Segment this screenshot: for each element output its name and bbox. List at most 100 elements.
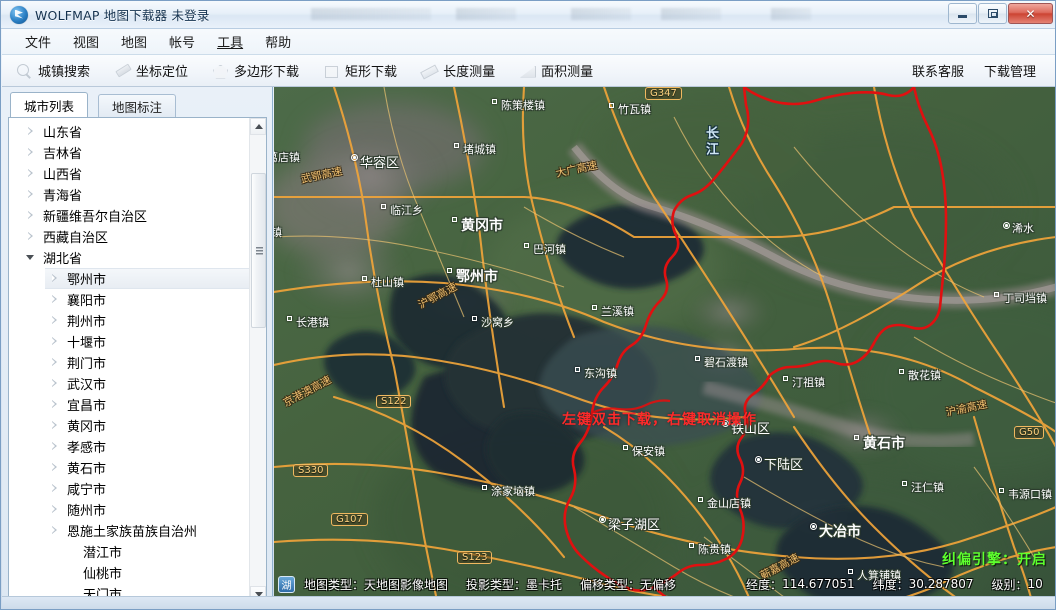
chevron-right-icon[interactable] <box>49 336 60 347</box>
tree-item[interactable]: 宜昌市 <box>9 394 249 415</box>
tree-item[interactable]: 青海省 <box>9 184 249 205</box>
tree-item[interactable]: 吉林省 <box>9 142 249 163</box>
rectangle-download-button[interactable]: 矩形下载 <box>313 58 407 84</box>
tree-item[interactable]: 山西省 <box>9 163 249 184</box>
tree-item[interactable]: 荆门市 <box>9 352 249 373</box>
tree-item-label: 十堰市 <box>67 336 107 351</box>
tree-item[interactable]: 黄冈市 <box>9 415 249 436</box>
menu-file[interactable]: 文件 <box>14 29 62 54</box>
tree-item[interactable]: 孝感市 <box>9 436 249 457</box>
tree-item-label: 恩施土家族苗族自治州 <box>67 525 198 540</box>
tree-item-label: 西藏自治区 <box>43 231 109 246</box>
chevron-right-icon[interactable] <box>49 273 60 284</box>
area-measure-label: 面积测量 <box>541 65 594 80</box>
tree-item[interactable]: 恩施土家族苗族自治州 <box>9 520 249 541</box>
chevron-right-icon[interactable] <box>49 462 60 473</box>
tree-item-label: 孝感市 <box>67 441 107 456</box>
road-shield: G107 <box>331 513 368 526</box>
length-measure-button[interactable]: 长度测量 <box>411 58 505 84</box>
map-hint-text: 左键双击下载，右键取消操作 <box>562 412 757 428</box>
map-place-marker <box>623 445 628 450</box>
menu-view[interactable]: 视图 <box>62 29 110 54</box>
chevron-right-icon[interactable] <box>25 189 36 200</box>
menu-help[interactable]: 帮助 <box>254 29 302 54</box>
province-badge: 湖 <box>278 576 295 593</box>
maximize-button[interactable] <box>978 3 1007 24</box>
map-place-marker <box>1003 222 1010 229</box>
chevron-right-icon[interactable] <box>49 378 60 389</box>
road-shield: G50 <box>1014 426 1045 439</box>
length-measure-label: 长度测量 <box>443 65 496 80</box>
tree-item[interactable]: 襄阳市 <box>9 289 249 310</box>
tree-item[interactable]: 咸宁市 <box>9 478 249 499</box>
tree-item[interactable]: 西藏自治区 <box>9 226 249 247</box>
close-icon: ✕ <box>1025 6 1036 21</box>
tab-map-annotation[interactable]: 地图标注 <box>98 94 177 117</box>
tree-item-label: 咸宁市 <box>67 483 107 498</box>
map-place-marker <box>695 356 700 361</box>
tree-item[interactable]: 仙桃市 <box>9 562 249 583</box>
title-bar: WOLFMAP 地图下载器 未登录 ✕ <box>1 1 1055 29</box>
tree-item[interactable]: 山东省 <box>9 121 249 142</box>
toolbar: 城镇搜索 坐标定位 多边形下载 矩形下载 长度测量 面积测量 联系客服 下载管理 <box>2 55 1055 87</box>
polygon-download-button[interactable]: 多边形下载 <box>202 58 309 84</box>
tree-item[interactable]: 鄂州市 <box>45 268 249 289</box>
tree-item-label: 湖北省 <box>43 252 83 267</box>
chevron-right-icon[interactable] <box>49 399 60 410</box>
tree-item[interactable]: 荆州市 <box>9 310 249 331</box>
scroll-up-button[interactable] <box>250 118 266 135</box>
tree-item[interactable]: 黄石市 <box>9 457 249 478</box>
menu-tools[interactable]: 工具 <box>206 29 254 54</box>
map-place-marker <box>783 376 788 381</box>
town-search-button[interactable]: 城镇搜索 <box>6 58 100 84</box>
map-place-marker <box>472 316 477 321</box>
map-viewport[interactable]: 武昌区洪山区江夏区四环线沪渝高速福银高速葛店镇华容区武鄂高速庙岭镇长港镇杜山镇陈… <box>274 87 1055 609</box>
chevron-right-icon[interactable] <box>49 357 60 368</box>
tree-item[interactable]: 新疆维吾尔自治区 <box>9 205 249 226</box>
minimize-button[interactable] <box>948 3 977 24</box>
map-place-marker <box>810 523 817 530</box>
area-measure-button[interactable]: 面积测量 <box>509 58 603 84</box>
tab-city-list[interactable]: 城市列表 <box>10 92 89 117</box>
contact-support-link[interactable]: 联系客服 <box>902 61 974 80</box>
tree-item-label: 荆门市 <box>67 357 107 372</box>
maximize-icon <box>987 9 998 18</box>
tree-vertical-scrollbar[interactable] <box>249 118 266 603</box>
pencil-icon <box>114 63 130 79</box>
chevron-down-icon[interactable] <box>25 252 36 263</box>
chevron-right-icon[interactable] <box>49 420 60 431</box>
map-place-marker <box>599 516 606 523</box>
city-tree-list[interactable]: 山东省 吉林省 山西省 青海省新疆维吾尔自治区 西藏自治区湖北省 鄂州市襄阳市荆州市十堰市… <box>9 118 249 603</box>
chevron-right-icon[interactable] <box>25 147 36 158</box>
tree-item[interactable]: 湖北省 <box>9 247 249 268</box>
tree-item[interactable]: 随州市 <box>9 499 249 520</box>
map-place-marker <box>698 497 703 502</box>
map-place-marker <box>524 243 529 248</box>
chevron-right-icon[interactable] <box>49 441 60 452</box>
chevron-right-icon[interactable] <box>49 315 60 326</box>
window-title: WOLFMAP 地图下载器 未登录 <box>35 8 210 23</box>
tree-item[interactable]: 十堰市 <box>9 331 249 352</box>
chevron-right-icon[interactable] <box>49 504 60 515</box>
tree-item[interactable]: 武汉市 <box>9 373 249 394</box>
download-manager-link[interactable]: 下载管理 <box>974 61 1046 80</box>
minimize-icon <box>958 15 967 18</box>
chevron-right-icon[interactable] <box>49 483 60 494</box>
chevron-right-icon[interactable] <box>25 210 36 221</box>
coordinate-locate-button[interactable]: 坐标定位 <box>104 58 198 84</box>
close-button[interactable]: ✕ <box>1008 3 1053 24</box>
tree-item-label: 襄阳市 <box>67 294 107 309</box>
chevron-right-icon[interactable] <box>49 294 60 305</box>
tree-item-label: 荆州市 <box>67 315 107 330</box>
chevron-right-icon[interactable] <box>49 525 60 536</box>
menu-map[interactable]: 地图 <box>110 29 158 54</box>
tree-item[interactable]: 潜江市 <box>9 541 249 562</box>
town-search-label: 城镇搜索 <box>38 65 91 80</box>
scrollbar-thumb[interactable] <box>251 173 266 328</box>
chevron-right-icon[interactable] <box>25 168 36 179</box>
menu-account[interactable]: 帐号 <box>158 29 206 54</box>
tree-item-label: 新疆维吾尔自治区 <box>43 210 148 225</box>
map-place-marker <box>609 103 614 108</box>
chevron-right-icon[interactable] <box>25 231 36 242</box>
chevron-right-icon[interactable] <box>25 126 36 137</box>
